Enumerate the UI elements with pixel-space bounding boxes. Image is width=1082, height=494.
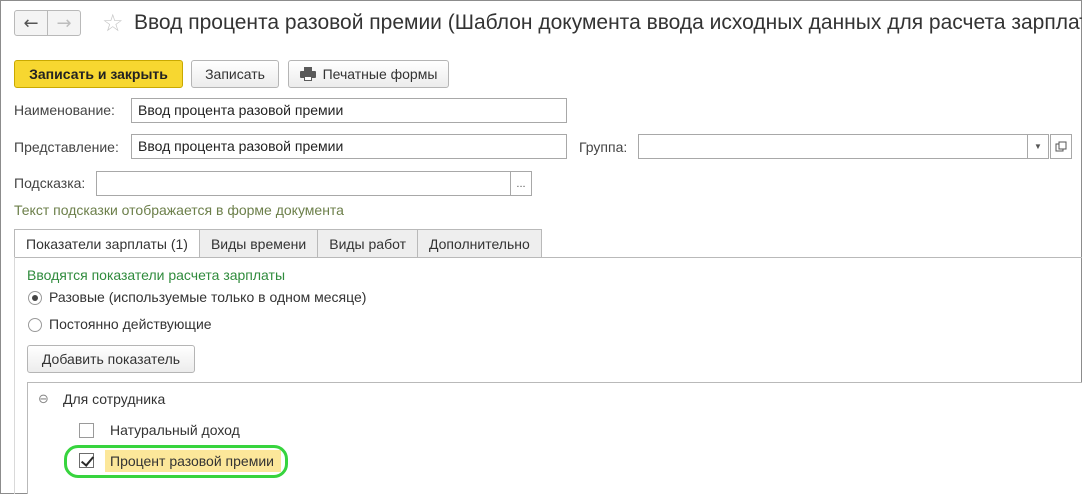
arrow-left-icon: ← xyxy=(23,12,39,34)
radio-one-time-label: Разовые (используемые только в одном мес… xyxy=(49,289,367,305)
tab-divider xyxy=(14,257,1082,258)
arrow-right-icon: → xyxy=(56,12,72,34)
print-forms-label: Печатные формы xyxy=(322,66,438,82)
name-label: Наименование: xyxy=(14,102,115,118)
radio-permanent[interactable] xyxy=(28,318,42,332)
tab-work-types[interactable]: Виды работ xyxy=(318,229,418,258)
view-label: Представление: xyxy=(14,139,119,155)
printer-icon xyxy=(299,67,316,81)
open-window-icon xyxy=(1055,141,1067,151)
radio-one-time[interactable] xyxy=(28,291,42,305)
tab-time-types[interactable]: Виды времени xyxy=(199,229,319,258)
green-highlight-outline xyxy=(64,445,288,478)
tab-panel-border xyxy=(14,257,15,494)
tree-group-label: Для сотрудника xyxy=(63,391,166,407)
print-forms-button[interactable]: Печатные формы xyxy=(288,60,449,88)
forward-button[interactable]: → xyxy=(47,10,81,36)
tab-bar: Показатели зарплаты (1) Виды времени Вид… xyxy=(14,229,542,258)
collapse-icon[interactable]: ⊖ xyxy=(38,392,49,407)
star-icon[interactable]: ☆ xyxy=(102,9,124,37)
window-title: Ввод процента разовой премии (Шаблон док… xyxy=(134,11,1082,34)
chevron-down-icon: ▼ xyxy=(1034,142,1042,151)
group-open-button[interactable] xyxy=(1050,134,1072,159)
name-field[interactable]: Ввод процента разовой премии xyxy=(131,98,567,123)
natural-income-label: Натуральный доход xyxy=(110,422,240,438)
hint-field[interactable] xyxy=(96,171,511,196)
hint-select-button[interactable]: ... xyxy=(510,171,532,196)
back-button[interactable]: ← xyxy=(14,10,48,36)
view-field[interactable]: Ввод процента разовой премии xyxy=(131,134,567,159)
group-label: Группа: xyxy=(579,139,628,155)
add-indicator-button[interactable]: Добавить показатель xyxy=(27,345,195,373)
checkbox-natural-income[interactable] xyxy=(79,423,94,438)
ellipsis-icon: ... xyxy=(516,177,526,190)
indicators-heading: Вводятся показатели расчета зарплаты xyxy=(27,267,286,283)
group-field[interactable] xyxy=(638,134,1028,159)
hint-note: Текст подсказки отображается в форме док… xyxy=(14,202,344,218)
save-and-close-button[interactable]: Записать и закрыть xyxy=(14,60,183,88)
hint-label: Подсказка: xyxy=(14,175,86,191)
group-dropdown-button[interactable]: ▼ xyxy=(1027,134,1049,159)
radio-permanent-label: Постоянно действующие xyxy=(49,316,212,332)
tab-additional[interactable]: Дополнительно xyxy=(418,229,542,258)
save-button[interactable]: Записать xyxy=(191,60,279,88)
tab-salary-indicators[interactable]: Показатели зарплаты (1) xyxy=(14,229,200,258)
